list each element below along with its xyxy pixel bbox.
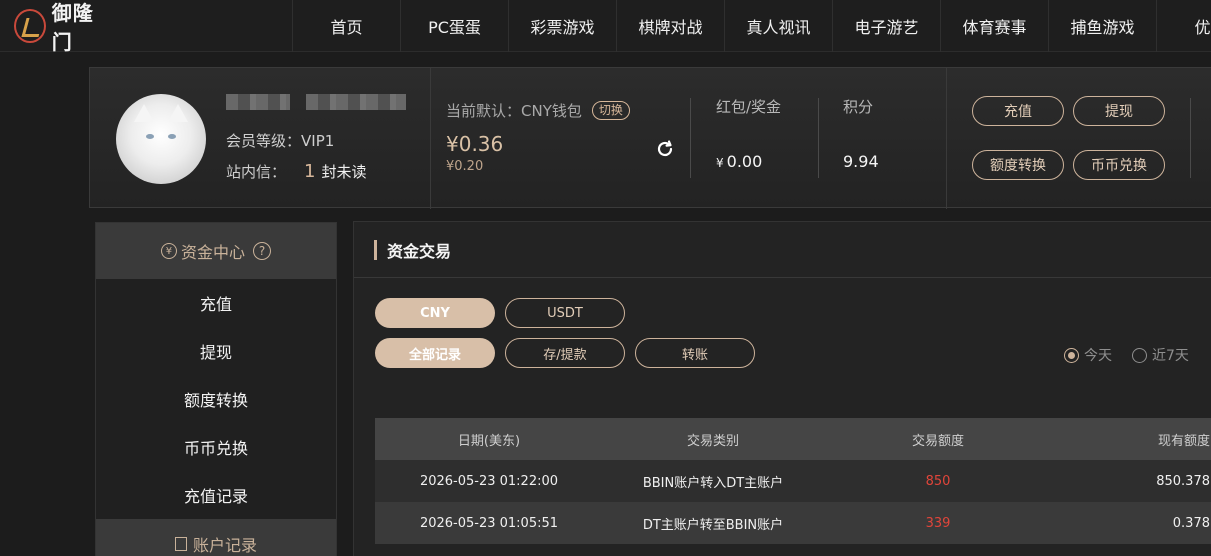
- cell-balance: 0.378: [1172, 515, 1210, 531]
- col-date: 日期(美东): [457, 433, 521, 449]
- brand-name: 御隆门: [51, 1, 94, 54]
- radio-selected-icon: [1064, 347, 1079, 363]
- nav-item-pc-dandan[interactable]: PC蛋蛋: [400, 0, 508, 52]
- cell-type: DT主账户转至BBIN账户: [642, 517, 784, 533]
- col-amount: 交易额度: [911, 433, 964, 449]
- sidebar-section-account-records[interactable]: 账户记录: [96, 519, 336, 556]
- switch-wallet-button[interactable]: 切换: [591, 101, 630, 120]
- nav-item-live-casino[interactable]: 真人视讯: [724, 0, 832, 52]
- divider: [430, 68, 431, 209]
- table-row: 2026-05-23 01:05:51 DT主账户转至BBIN账户 339 0.…: [375, 502, 1211, 544]
- sidebar-header: ¥ 资金中心 ?: [96, 223, 336, 279]
- refresh-icon[interactable]: [654, 138, 676, 160]
- account-summary-panel: 会员等级：VIP1 站内信： 1 封未读 当前默认：CNY钱包 切换 ¥0.36…: [89, 67, 1211, 209]
- range-7days[interactable]: 近7天: [1132, 345, 1189, 365]
- tab-deposit-withdraw[interactable]: 存/提款: [505, 338, 625, 368]
- bonus-value: ¥0.00: [716, 152, 762, 171]
- help-icon[interactable]: ?: [253, 242, 271, 260]
- sidebar-item-withdraw[interactable]: 提现: [96, 327, 336, 375]
- divider: [690, 98, 691, 178]
- panel-header: 资金交易: [354, 222, 1211, 278]
- sidebar-item-exchange[interactable]: 币币兑换: [96, 423, 336, 471]
- sidebar-title: 资金中心: [180, 243, 245, 262]
- nav-item-fishing[interactable]: 捕鱼游戏: [1048, 0, 1156, 52]
- tab-transfer[interactable]: 转账: [635, 338, 755, 368]
- vip-level-value: VIP1: [301, 132, 335, 150]
- vip-level: 会员等级：VIP1: [226, 130, 334, 151]
- coin-icon: ¥: [160, 243, 177, 259]
- wallet-balance: ¥0.36: [446, 132, 504, 156]
- range-today-label: 今天: [1084, 348, 1112, 364]
- table-header: 日期(美东) 交易类别 交易额度 现有额度: [375, 418, 1211, 460]
- range-7days-label: 近7天: [1152, 348, 1189, 364]
- default-wallet-label: 当前默认：CNY钱包: [446, 102, 582, 120]
- nav-item-home[interactable]: 首页: [292, 0, 400, 52]
- cell-date: 2026-05-23 01:05:51: [419, 515, 559, 531]
- nav-item-sports[interactable]: 体育赛事: [940, 0, 1048, 52]
- bonus-amount: 0.00: [726, 152, 763, 171]
- avatar[interactable]: [116, 94, 206, 184]
- brand-logo[interactable]: 御隆门: [14, 1, 110, 54]
- tab-usdt[interactable]: USDT: [505, 298, 625, 328]
- transactions-table: 日期(美东) 交易类别 交易额度 现有额度 2026-05-23 01:22:0…: [375, 418, 1211, 544]
- vip-level-label: 会员等级：: [226, 132, 302, 150]
- transfer-button[interactable]: 额度转换: [972, 150, 1064, 180]
- main-nav: 首页 PC蛋蛋 彩票游戏 棋牌对战 真人视讯 电子游艺 体育赛事 捕鱼游戏 优惠: [292, 0, 1211, 52]
- wallet-sub-balance: ¥0.20: [446, 159, 484, 174]
- cell-amount: 850: [925, 473, 951, 489]
- tab-all-records[interactable]: 全部记录: [375, 338, 495, 368]
- divider: [946, 68, 947, 209]
- top-navbar: 御隆门 首页 PC蛋蛋 彩票游戏 棋牌对战 真人视讯 电子游艺 体育赛事 捕鱼游…: [0, 0, 1211, 54]
- bonus-currency: ¥: [716, 156, 724, 170]
- deposit-button[interactable]: 充值: [972, 96, 1064, 126]
- funds-sidebar: ¥ 资金中心 ? 充值 提现 额度转换 币币兑换 充值记录 账户记录: [95, 222, 337, 556]
- nav-item-slots[interactable]: 电子游艺: [832, 0, 940, 52]
- nav-item-lottery[interactable]: 彩票游戏: [508, 0, 616, 52]
- table-row: 2026-05-23 01:22:00 BBIN账户转入DT主账户 850 85…: [375, 460, 1211, 502]
- logo-emblem-icon: [14, 9, 46, 43]
- sidebar-item-deposit[interactable]: 充值: [96, 279, 336, 327]
- username-redacted: [226, 94, 290, 110]
- document-icon: [174, 537, 187, 551]
- avatar-cat-ear-icon: [168, 104, 188, 122]
- points-label: 积分: [843, 98, 874, 116]
- inbox-unread-text: 封未读: [321, 163, 367, 181]
- col-balance: 现有额度: [1157, 433, 1210, 449]
- cell-type: BBIN账户转入DT主账户: [642, 475, 784, 491]
- exchange-button[interactable]: 币币兑换: [1073, 150, 1165, 180]
- avatar-cat-eye-icon: [146, 134, 154, 139]
- radio-unselected-icon: [1132, 347, 1147, 363]
- avatar-cat-ear-icon: [134, 104, 154, 122]
- sidebar-item-deposit-records[interactable]: 充值记录: [96, 471, 336, 519]
- nav-item-card-games[interactable]: 棋牌对战: [616, 0, 724, 52]
- divider: [818, 98, 819, 178]
- inbox-unread-count: 1: [304, 161, 316, 182]
- inbox-summary[interactable]: 站内信： 1 封未读: [226, 161, 366, 182]
- account-records-label: 账户记录: [192, 536, 257, 555]
- account-id-redacted: [306, 94, 406, 110]
- inbox-label: 站内信：: [226, 163, 287, 181]
- range-today[interactable]: 今天: [1064, 345, 1112, 365]
- withdraw-button[interactable]: 提现: [1073, 96, 1165, 126]
- tab-cny[interactable]: CNY: [375, 298, 495, 328]
- divider: [1190, 98, 1191, 178]
- col-type: 交易类别: [686, 433, 739, 449]
- points-value: 9.94: [843, 152, 879, 171]
- transactions-panel: 资金交易 CNY USDT 全部记录 存/提款 转账 今天 近7天 日期(美东)…: [353, 221, 1211, 556]
- sidebar-item-transfer[interactable]: 额度转换: [96, 375, 336, 423]
- default-wallet: 当前默认：CNY钱包 切换: [446, 100, 630, 121]
- refresh-glyph: [657, 140, 673, 157]
- page-title: 资金交易: [387, 241, 452, 261]
- cell-date: 2026-05-23 01:22:00: [419, 473, 559, 489]
- bonus-label: 红包/奖金: [716, 98, 782, 116]
- avatar-cat-eye-icon: [168, 134, 176, 139]
- cell-balance: 850.378: [1156, 473, 1210, 489]
- cell-amount: 339: [925, 515, 951, 531]
- title-accent-bar: [374, 239, 377, 260]
- nav-item-promotions[interactable]: 优惠: [1156, 0, 1211, 52]
